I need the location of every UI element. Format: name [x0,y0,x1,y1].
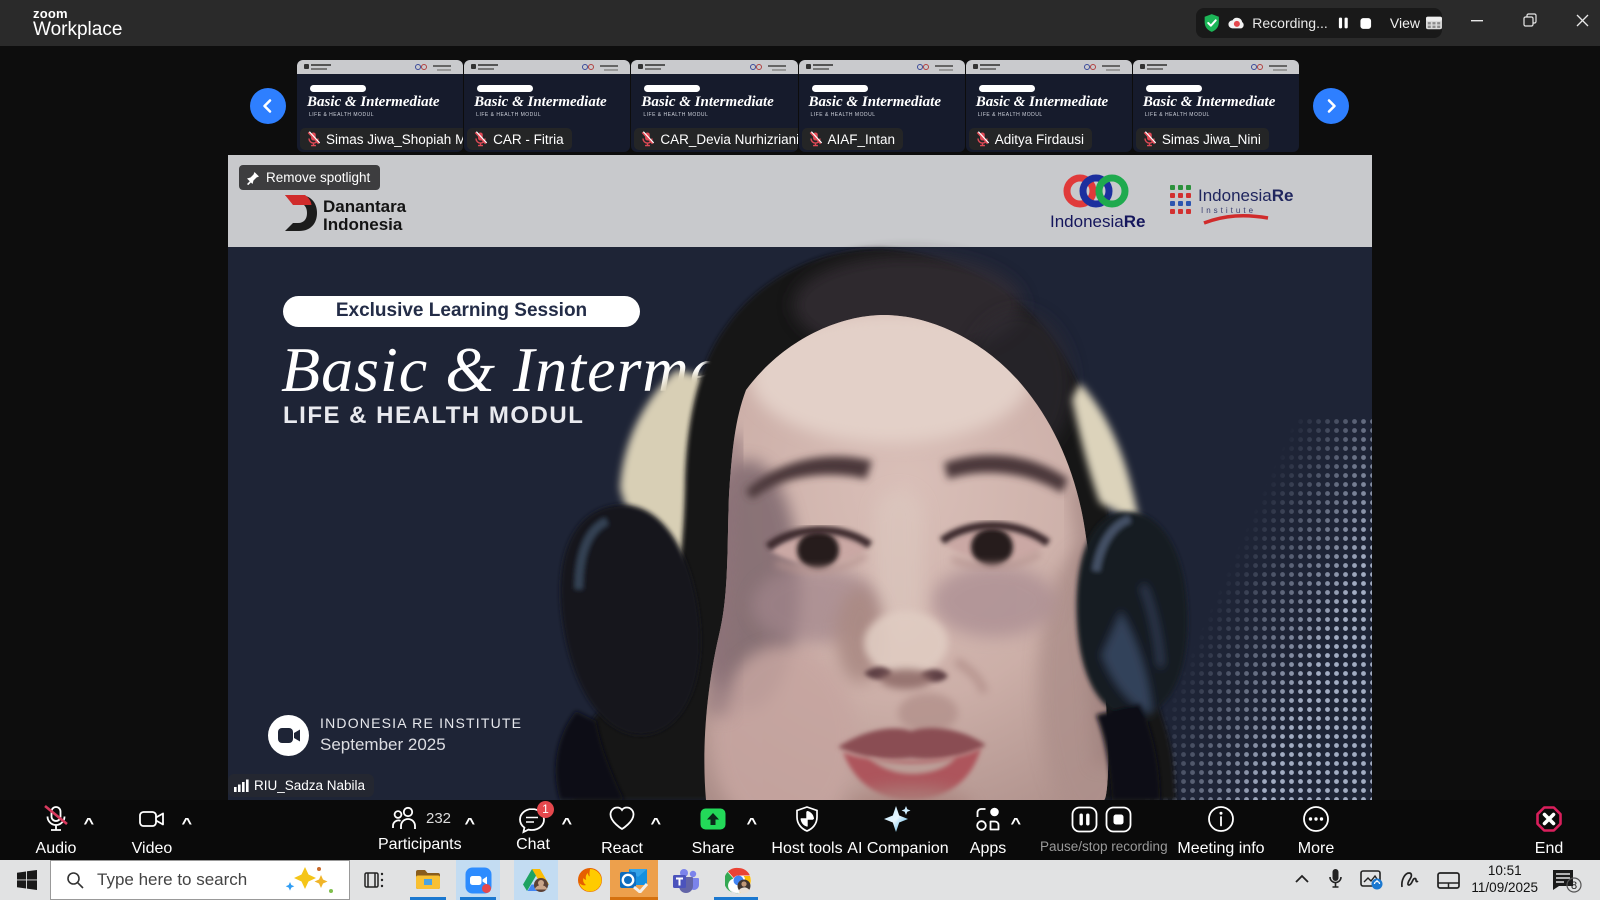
svg-text:8: 8 [1571,880,1577,892]
